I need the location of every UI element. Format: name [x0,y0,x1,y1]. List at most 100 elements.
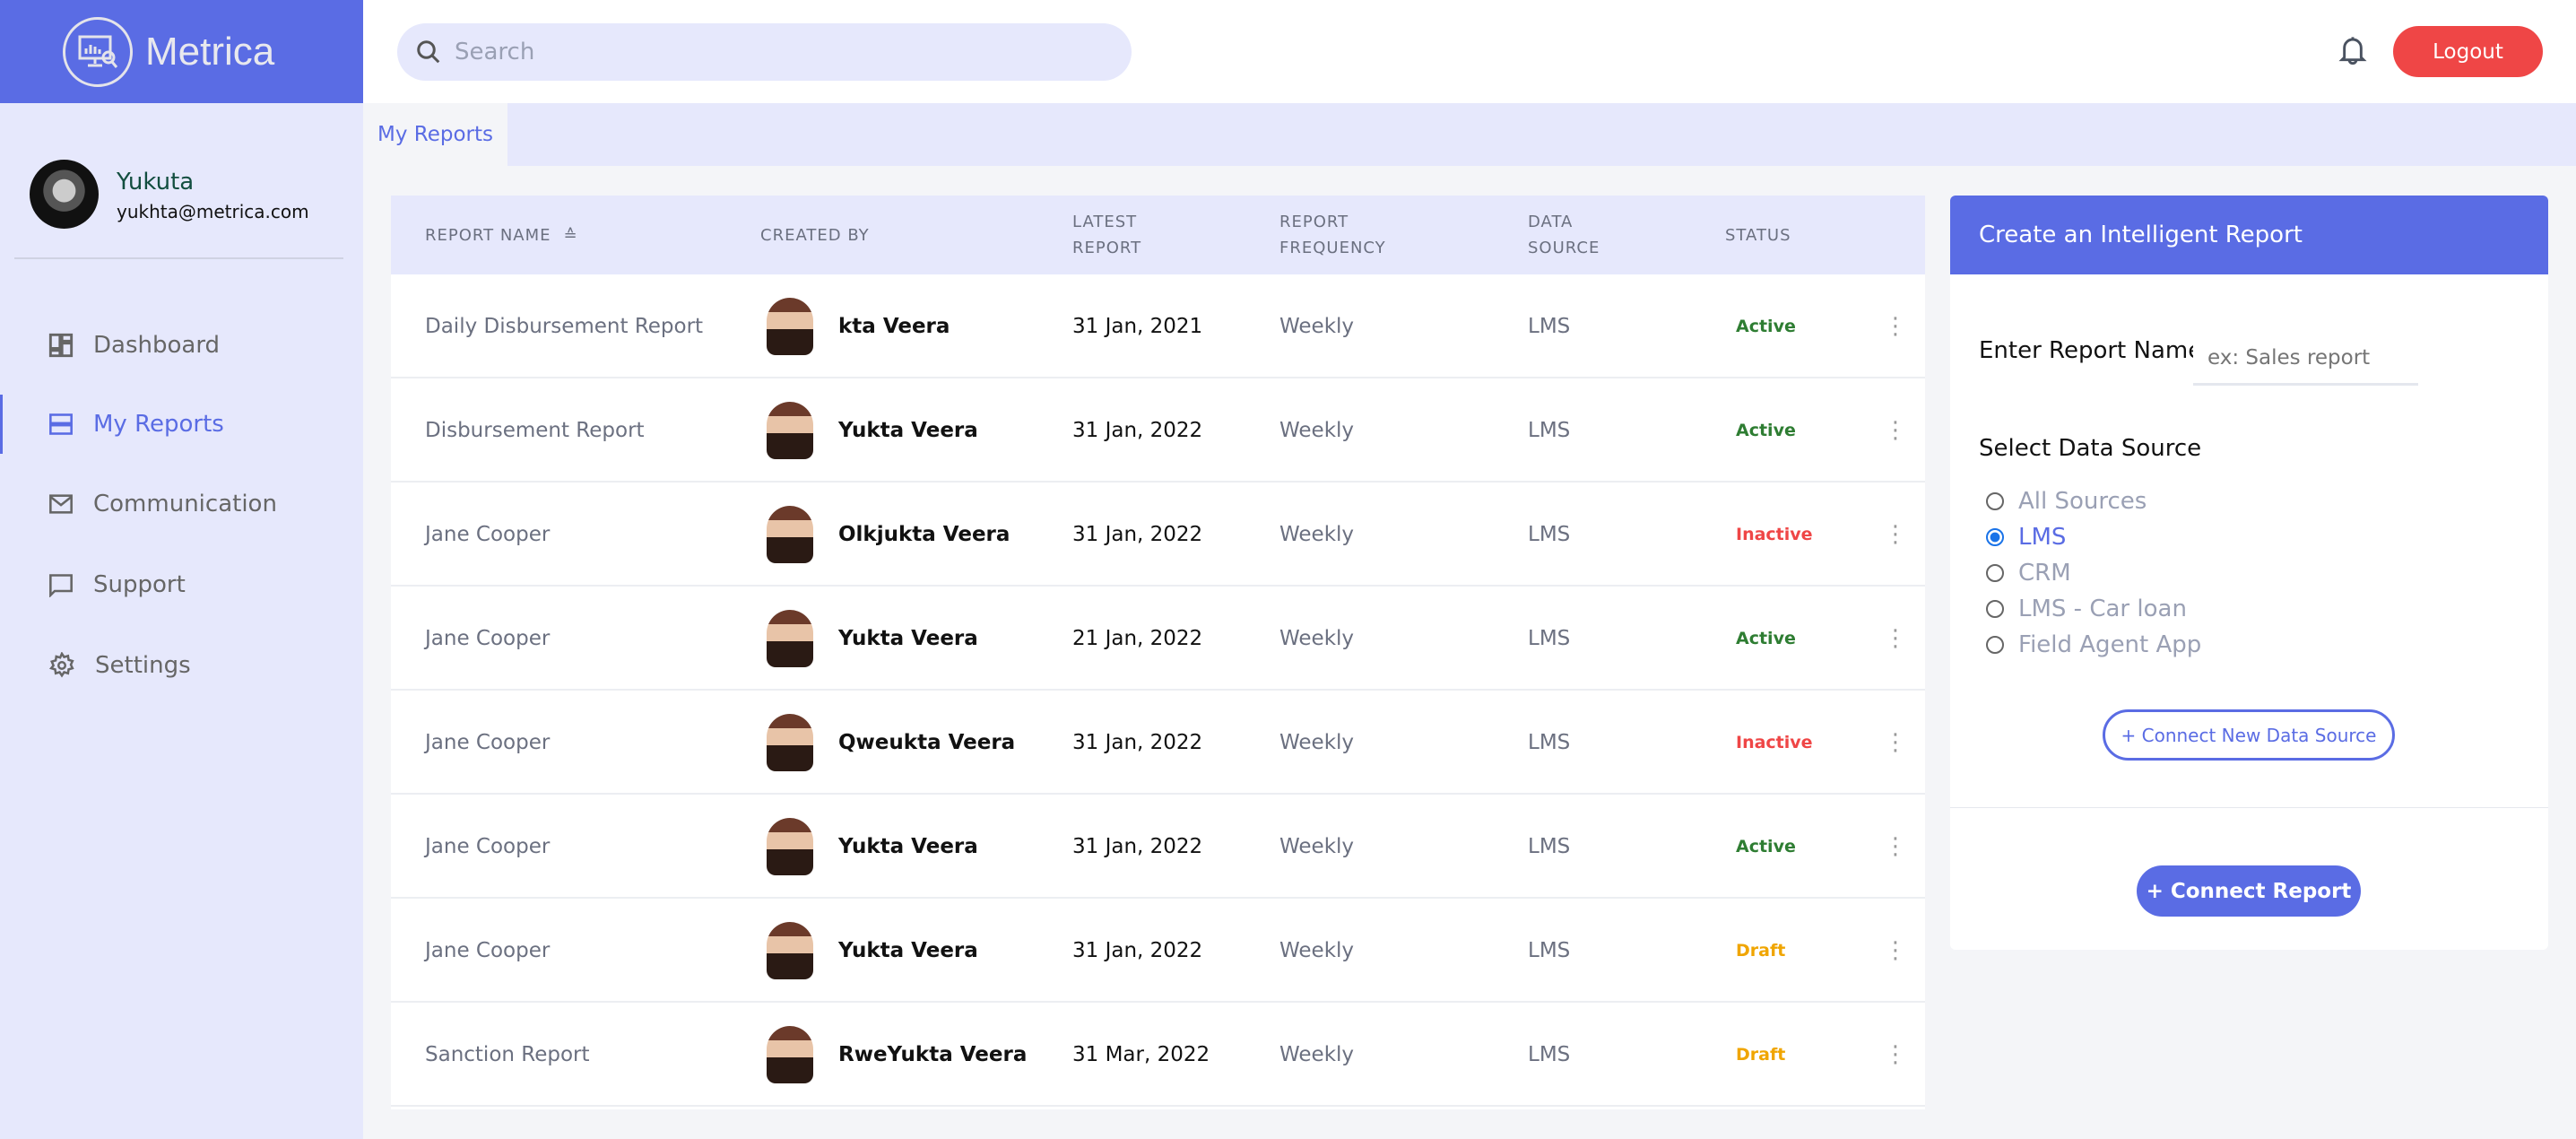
column-header-report-name[interactable]: REPORT NAME ≙ [425,196,578,274]
header-label: REPORT [1279,213,1349,231]
table-row[interactable]: Sanction Report RweYukta Veera 31 Mar, 2… [391,1003,1925,1107]
sort-icon[interactable]: ≙ [564,222,578,248]
more-options-icon[interactable]: ⋮ [1884,274,1907,378]
option-label: Field Agent App [2018,631,2202,658]
data-source-option[interactable]: LMS [1986,524,2066,551]
creator-avatar [767,298,813,355]
connect-data-source-button[interactable]: + Connect New Data Source [2103,709,2395,761]
more-options-icon[interactable]: ⋮ [1884,691,1907,795]
sidebar-item-label: Communication [93,491,277,517]
sidebar-item-support[interactable]: Support [0,558,363,612]
option-label: LMS - Car loan [2018,596,2187,622]
logout-button[interactable]: Logout [2393,26,2543,77]
column-header-frequency: REPORT FREQUENCY [1279,196,1386,274]
created-by: Yukta Veera [767,795,978,899]
status-badge: Draft [1736,941,1786,961]
sidebar-item-label: My Reports [93,411,224,438]
header-label: SOURCE [1528,239,1600,257]
user-avatar[interactable] [30,160,99,229]
chat-icon [49,574,73,597]
sidebar-divider [14,257,343,259]
more-options-icon[interactable]: ⋮ [1884,378,1907,483]
table-header: REPORT NAME ≙ CREATED BY LATEST REPORT REP… [391,196,1925,274]
creator-avatar [767,818,813,875]
data-source-option[interactable]: Field Agent App [1986,631,2201,658]
table-row[interactable]: Jane Cooper Yukta Veera 21 Jan, 2022 Wee… [391,587,1925,691]
table-row[interactable]: Jane Cooper Olkjukta Veera 31 Jan, 2022 … [391,483,1925,587]
radio-button[interactable] [1986,600,2004,618]
report-name-label: Enter Report Name [1979,337,2203,364]
connect-report-button[interactable]: + Connect Report [2137,865,2361,917]
data-source-option[interactable]: All Sources [1986,488,2147,515]
sidebar-item-label: Dashboard [93,332,221,359]
data-source-option[interactable]: CRM [1986,560,2071,587]
header-label: REPORT NAME [425,225,551,245]
frequency: Weekly [1279,939,1355,962]
more-options-icon[interactable]: ⋮ [1884,483,1907,587]
gear-icon [48,652,74,678]
table-row[interactable]: Jane Cooper Yukta Veera 31 Jan, 2022 Wee… [391,795,1925,899]
more-options-icon[interactable]: ⋮ [1884,587,1907,691]
report-name[interactable]: Jane Cooper [425,795,550,899]
report-name[interactable]: Jane Cooper [425,483,550,587]
latest-report: 31 Jan, 2022 [1072,731,1203,754]
column-header-latest-report: LATEST REPORT [1072,196,1141,274]
frequency: Weekly [1279,1043,1355,1066]
latest-report: 31 Mar, 2022 [1072,1043,1210,1066]
frequency: Weekly [1279,315,1355,338]
radio-button[interactable] [1986,564,2004,582]
creator-name: Yukta Veera [838,939,978,962]
created-by: Qweukta Veera [767,691,1015,795]
data-source: LMS [1528,523,1571,546]
tab-my-reports[interactable]: My Reports [363,103,507,166]
table-row[interactable]: Jane Cooper Qweukta Veera 31 Jan, 2022 W… [391,691,1925,795]
sidebar-item-my-reports[interactable]: My Reports [0,395,363,454]
data-source: LMS [1528,315,1571,338]
sidebar-item-dashboard[interactable]: Dashboard [0,318,363,372]
frequency: Weekly [1279,731,1355,754]
table-row[interactable]: Jane Cooper Yukta Veera 31 Jan, 2022 Wee… [391,899,1925,1003]
report-name[interactable]: Jane Cooper [425,587,550,691]
data-source: LMS [1528,627,1571,650]
created-by: Yukta Veera [767,899,978,1003]
search-bar[interactable] [397,23,1132,81]
report-name[interactable]: Disbursement Report [425,378,645,483]
more-options-icon[interactable]: ⋮ [1884,795,1907,899]
radio-button[interactable] [1986,492,2004,510]
more-options-icon[interactable]: ⋮ [1884,1003,1907,1107]
search-icon [417,40,440,64]
radio-button[interactable] [1986,528,2004,546]
sidebar-item-settings[interactable]: Settings [0,639,363,692]
status-badge: Active [1736,317,1796,336]
created-by: Olkjukta Veera [767,483,1010,587]
creator-name: RweYukta Veera [838,1043,1028,1066]
report-name[interactable]: Sanction Report [425,1003,590,1107]
sidebar-item-communication[interactable]: Communication [0,477,363,531]
header-label: DATA [1528,213,1574,231]
table-row[interactable]: Daily Disbursement Report kta Veera 31 J… [391,274,1925,378]
data-source: LMS [1528,731,1571,754]
data-source-option[interactable]: LMS - Car loan [1986,596,2187,622]
data-source: LMS [1528,939,1571,962]
search-input[interactable] [455,39,1082,65]
report-name[interactable]: Jane Cooper [425,899,550,1003]
creator-name: Yukta Veera [838,835,978,858]
bell-icon[interactable] [2338,34,2367,70]
latest-report: 31 Jan, 2022 [1072,835,1203,858]
report-name[interactable]: Jane Cooper [425,691,550,795]
option-label: All Sources [2018,488,2147,515]
creator-avatar [767,610,813,667]
creator-name: kta Veera [838,315,950,338]
option-label: LMS [2018,524,2067,551]
report-name-input[interactable] [2193,332,2418,386]
latest-report: 31 Jan, 2022 [1072,419,1203,442]
monitor-chart-icon [63,16,133,87]
report-name[interactable]: Daily Disbursement Report [425,274,703,378]
radio-button[interactable] [1986,636,2004,654]
brand-logo[interactable]: Metrica [0,0,363,103]
panel-divider [1950,807,2548,808]
more-options-icon[interactable]: ⋮ [1884,899,1907,1003]
latest-report: 21 Jan, 2022 [1072,627,1203,650]
table-row[interactable]: Disbursement Report Yukta Veera 31 Jan, … [391,378,1925,483]
dashboard-icon [48,333,74,358]
